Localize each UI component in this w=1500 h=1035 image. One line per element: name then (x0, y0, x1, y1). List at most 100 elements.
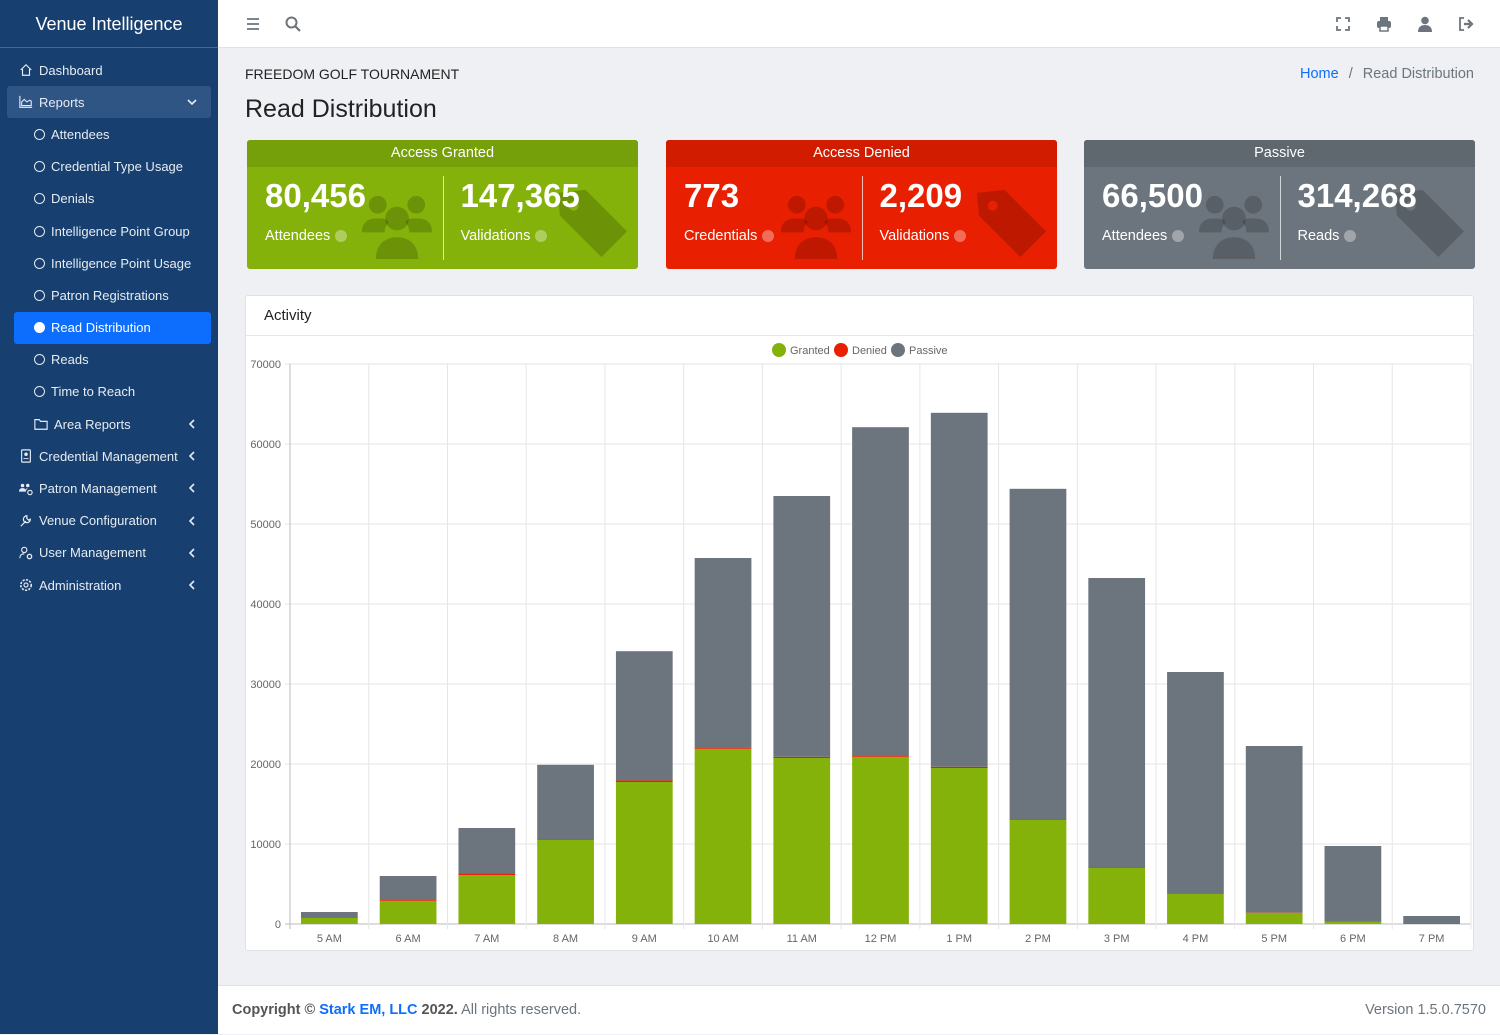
chevron-left-icon (185, 449, 199, 463)
sidebar-item-user-management[interactable]: User Management (7, 537, 211, 569)
bar-passive (1246, 746, 1303, 913)
info-icon[interactable] (1172, 230, 1184, 242)
page-title: Read Distribution (245, 95, 437, 124)
sidebar-item-read-distribution[interactable]: Read Distribution (14, 312, 211, 344)
bar-granted (1325, 922, 1382, 924)
bar-denied (380, 900, 437, 901)
x-tick-label: 8 AM (553, 933, 578, 945)
y-tick-label: 70000 (250, 359, 281, 371)
circle-icon (34, 354, 45, 365)
logout-icon[interactable] (1457, 15, 1475, 33)
id-badge-icon (19, 449, 33, 463)
bar-denied (695, 748, 752, 749)
bar-passive (458, 828, 515, 873)
stat-label: Validations (880, 228, 950, 244)
bar-denied (458, 873, 515, 875)
sidebar-item-label: Area Reports (54, 417, 131, 432)
sidebar-item-credential-management[interactable]: Credential Management (7, 440, 211, 472)
sidebar-item-intelligence-point-group[interactable]: Intelligence Point Group (14, 215, 211, 247)
y-tick-label: 40000 (250, 599, 281, 611)
stat-label: Reads (1298, 228, 1340, 244)
sidebar-item-reports[interactable]: Reports (7, 86, 211, 118)
x-tick-label: 7 AM (474, 933, 499, 945)
bar-denied (1088, 867, 1145, 868)
sidebar-item-credential-type-usage[interactable]: Credential Type Usage (14, 151, 211, 183)
event-name: FREEDOM GOLF TOURNAMENT (245, 66, 459, 82)
card-title: Access Denied (666, 140, 1057, 167)
sidebar-item-label: Patron Management (39, 481, 157, 496)
sidebar-item-time-to-reach[interactable]: Time to Reach (14, 376, 211, 408)
card-stat-right: 314,268Reads (1280, 167, 1476, 269)
copyright-label: Copyright © (232, 1002, 315, 1018)
bar-granted (380, 901, 437, 924)
wrench-icon (19, 514, 33, 528)
bar-denied (537, 839, 594, 840)
circle-icon (34, 129, 45, 140)
bar-denied (773, 757, 830, 758)
info-icon[interactable] (954, 230, 966, 242)
sidebar-item-intelligence-point-usage[interactable]: Intelligence Point Usage (14, 247, 211, 279)
sidebar-item-reads[interactable]: Reads (14, 344, 211, 376)
sidebar-item-label: Administration (39, 578, 121, 593)
chevron-left-icon (185, 546, 199, 560)
bar-granted (616, 782, 673, 924)
sidebar-item-venue-configuration[interactable]: Venue Configuration (7, 505, 211, 537)
chevron-down-icon (185, 95, 199, 109)
chevron-left-icon (185, 481, 199, 495)
info-icon[interactable] (762, 230, 774, 242)
search-icon[interactable] (284, 15, 302, 33)
sidebar-item-attendees[interactable]: Attendees (14, 118, 211, 150)
print-icon[interactable] (1375, 15, 1393, 33)
info-icon[interactable] (335, 230, 347, 242)
user-icon[interactable] (1416, 15, 1434, 33)
bar-passive (852, 427, 909, 756)
info-icon[interactable] (1344, 230, 1356, 242)
circle-icon (34, 226, 45, 237)
brand-title[interactable]: Venue Intelligence (0, 0, 218, 48)
footer: Copyright © Stark EM, LLC 2022. All righ… (218, 985, 1500, 1034)
x-tick-label: 6 PM (1340, 933, 1366, 945)
card-title: Access Granted (247, 140, 638, 167)
circle-icon (34, 290, 45, 301)
bar-passive (1088, 578, 1145, 867)
bar-granted (931, 768, 988, 924)
company-link[interactable]: Stark EM, LLC (319, 1002, 417, 1018)
bar-passive (537, 765, 594, 839)
stat-value: 2,209 (880, 177, 963, 215)
chevron-left-icon (185, 578, 199, 592)
menu-icon[interactable] (244, 15, 262, 33)
sidebar-item-denials[interactable]: Denials (14, 183, 211, 215)
legend-label: Denied (852, 345, 887, 357)
info-icon[interactable] (535, 230, 547, 242)
sidebar-item-administration[interactable]: Administration (7, 569, 211, 601)
sidebar-item-patron-management[interactable]: Patron Management (7, 472, 211, 504)
x-tick-label: 4 PM (1183, 933, 1209, 945)
bar-denied (931, 767, 988, 768)
sidebar-item-label: Dashboard (39, 63, 103, 78)
bar-granted (1246, 913, 1303, 924)
sidebar-item-patron-registrations[interactable]: Patron Registrations (14, 279, 211, 311)
sidebar-item-dashboard[interactable]: Dashboard (7, 54, 211, 86)
bar-granted (1010, 820, 1067, 924)
sidebar-item-label: Intelligence Point Usage (51, 256, 191, 271)
sidebar-item-label: Read Distribution (51, 320, 151, 335)
sidebar-item-area-reports[interactable]: Area Reports (14, 408, 211, 440)
card-divider (443, 176, 444, 260)
version: Version 1.5.0.7570 (1365, 986, 1486, 1035)
y-tick-label: 50000 (250, 519, 281, 531)
circle-icon (34, 161, 45, 172)
tag-icon (974, 185, 1049, 260)
x-tick-label: 5 PM (1261, 933, 1287, 945)
sidebar-item-label: Patron Registrations (51, 288, 169, 303)
bar-granted (852, 757, 909, 924)
legend-swatch-passive (891, 343, 905, 357)
legend-swatch-granted (772, 343, 786, 357)
card-stat-right: 147,365Validations (443, 167, 639, 269)
copyright-year: 2022. (422, 1002, 458, 1018)
users-icon (779, 185, 854, 260)
breadcrumb-home[interactable]: Home (1300, 66, 1339, 82)
fullscreen-icon[interactable] (1334, 15, 1352, 33)
x-tick-label: 11 AM (787, 933, 817, 945)
activity-chart: 0100002000030000400005000060000700005 AM… (246, 336, 1473, 950)
activity-title: Activity (246, 296, 1473, 336)
